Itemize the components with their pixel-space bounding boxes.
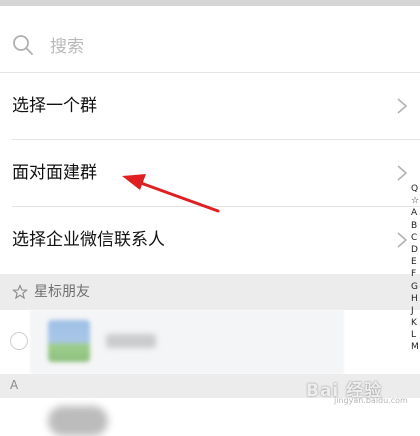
watermark-subtext: jingyan.baidu.com [334, 396, 408, 405]
avatar [48, 320, 90, 362]
select-radio[interactable] [10, 332, 28, 350]
section-letter: A [10, 378, 19, 392]
index-letter[interactable]: G [411, 281, 420, 293]
contact-row[interactable] [0, 310, 420, 374]
index-letter[interactable]: Q [411, 183, 420, 195]
option-label: 选择企业微信联系人 [12, 230, 165, 250]
option-face-to-face-group[interactable]: 面对面建群 [0, 140, 420, 206]
index-letter[interactable]: L [411, 329, 420, 341]
section-header-starred: 星标朋友 [0, 274, 420, 310]
index-letter[interactable]: C [411, 232, 420, 244]
option-label: 面对面建群 [12, 163, 97, 183]
option-wecom-contact[interactable]: 选择企业微信联系人 [0, 207, 420, 273]
index-letter[interactable]: E [411, 256, 420, 268]
blurred-contact-name [106, 334, 156, 348]
chevron-right-icon [397, 98, 408, 114]
index-letter[interactable]: M [411, 341, 420, 353]
alphabet-index[interactable]: Q ☆ A B C D E F G H J K L M [411, 183, 420, 354]
index-letter[interactable]: ☆ [411, 195, 420, 207]
option-label: 选择一个群 [12, 96, 97, 116]
index-letter[interactable]: J [411, 305, 420, 317]
blurred-avatar [48, 406, 108, 436]
section-title: 星标朋友 [34, 284, 90, 300]
index-letter[interactable]: D [411, 244, 420, 256]
search-placeholder[interactable]: 搜索 [50, 36, 84, 58]
chevron-right-icon [397, 232, 408, 248]
option-select-group[interactable]: 选择一个群 [0, 73, 420, 139]
index-letter[interactable]: B [411, 220, 420, 232]
index-letter[interactable]: H [411, 293, 420, 305]
index-letter[interactable]: F [411, 268, 420, 280]
index-letter[interactable]: K [411, 317, 420, 329]
star-icon [12, 284, 28, 300]
search-bar[interactable]: 搜索 [0, 6, 420, 72]
chevron-right-icon [397, 165, 408, 181]
baidu-watermark-logo: Bai 经验 jingyan.baidu.com [298, 370, 416, 410]
search-icon [13, 35, 33, 55]
index-letter[interactable]: A [411, 207, 420, 219]
